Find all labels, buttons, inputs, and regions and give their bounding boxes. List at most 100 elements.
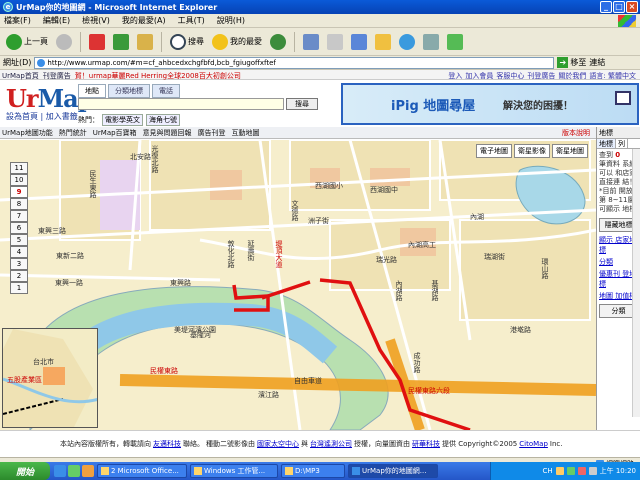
- media-quicklaunch-icon[interactable]: [82, 465, 94, 477]
- menu-edit[interactable]: 編輯(E): [43, 15, 70, 26]
- zoom-level-4[interactable]: 4: [10, 246, 28, 258]
- map-tool-interactive[interactable]: 互動地圖: [232, 128, 260, 138]
- links-label[interactable]: 連結: [589, 57, 605, 68]
- menu-favorites[interactable]: 我的最愛(A): [122, 15, 166, 26]
- volume-icon[interactable]: [588, 467, 597, 475]
- zoom-level-9[interactable]: 9: [10, 186, 28, 198]
- map-tool-feedback[interactable]: 意見與問題回報: [143, 128, 192, 138]
- forward-button[interactable]: [54, 31, 74, 53]
- map-search-button[interactable]: 搜尋: [286, 98, 318, 110]
- about-link[interactable]: 關於我們: [558, 71, 586, 81]
- login-link[interactable]: 登入: [448, 71, 462, 81]
- map-tool-stats[interactable]: 熱門統計: [59, 128, 87, 138]
- tab-category[interactable]: 分類地標: [108, 84, 150, 98]
- menu-help[interactable]: 說明(H): [217, 15, 245, 26]
- folder-button[interactable]: [373, 31, 393, 53]
- hot-tag-movie[interactable]: 海角七號: [146, 114, 180, 126]
- nav-news-link[interactable]: 賀！urmap華麗Red Herring全球2008百大初創公司: [75, 71, 241, 81]
- language-indicator[interactable]: CH: [542, 467, 552, 475]
- map-type-electronic[interactable]: 電子地圖: [476, 144, 512, 158]
- desktop-quicklaunch-icon[interactable]: [68, 465, 80, 477]
- map-type-hybrid[interactable]: 衛星地圖: [552, 144, 588, 158]
- menu-view[interactable]: 檢視(V): [82, 15, 110, 26]
- footer-link-citomap[interactable]: CitoMap: [519, 440, 548, 448]
- menu-file[interactable]: 檔案(F): [4, 15, 31, 26]
- antivirus-icon[interactable]: [577, 467, 586, 475]
- panel-tab-landmark[interactable]: 地標: [597, 139, 616, 148]
- mail-button[interactable]: [301, 31, 321, 53]
- stop-button[interactable]: [87, 31, 107, 53]
- zoom-level-3[interactable]: 3: [10, 258, 28, 270]
- start-button[interactable]: 開始: [0, 462, 50, 480]
- landmark-panel: 地標 地標 列 查到 0 筆資料 系統可以 和店家 直接連 結！ *目前 開放第…: [596, 127, 640, 430]
- zoom-level-2[interactable]: 2: [10, 270, 28, 282]
- task-urmap[interactable]: UrMap你的地圖網...: [348, 464, 438, 478]
- print-icon: [327, 33, 343, 50]
- network-icon[interactable]: [566, 467, 575, 475]
- language-link[interactable]: 語言: 繁體中文: [589, 71, 636, 81]
- support-link[interactable]: 客服中心: [496, 71, 524, 81]
- clock[interactable]: 上午 10:20: [600, 466, 636, 476]
- zoom-level-10[interactable]: 10: [10, 174, 28, 186]
- map-label-street: 港墘路: [510, 326, 531, 334]
- folder-icon: [375, 33, 391, 50]
- map-label-vertical: 延壽街: [247, 240, 255, 261]
- ime-icon[interactable]: [555, 467, 564, 475]
- panel-scrollbar[interactable]: [632, 149, 640, 417]
- task-task-manager[interactable]: Windows 工作管...: [190, 464, 278, 478]
- address-input[interactable]: http://www.urmap.com/#m=cf_ahbcedxchgfbf…: [34, 56, 555, 69]
- minimize-button[interactable]: _: [600, 1, 612, 13]
- house-icon: [615, 91, 631, 105]
- zoom-level-6[interactable]: 6: [10, 222, 28, 234]
- search-button[interactable]: 搜尋: [168, 31, 206, 53]
- overview-minimap[interactable]: 台北市 五股產業區: [2, 328, 98, 428]
- map-tool-functions[interactable]: UrMap地圖功能: [2, 128, 53, 138]
- edit-button[interactable]: [349, 31, 369, 53]
- map-label-street: 東興路: [170, 279, 191, 287]
- menu-tools[interactable]: 工具(T): [178, 15, 205, 26]
- footer-link-remote-sensing[interactable]: 台灣遙測公司: [310, 439, 352, 449]
- task-label: D:\MP3: [295, 467, 320, 475]
- nav-home-link[interactable]: UrMap首頁: [2, 71, 39, 81]
- favorites-button[interactable]: 我的最愛: [210, 31, 264, 53]
- messenger-button[interactable]: [397, 31, 417, 53]
- zoom-level-1[interactable]: 1: [10, 282, 28, 294]
- tab-place[interactable]: 地點: [78, 84, 106, 98]
- task-mp3-folder[interactable]: D:\MP3: [281, 464, 345, 478]
- advertise-link[interactable]: 刊登廣告: [527, 71, 555, 81]
- maximize-button[interactable]: □: [613, 1, 625, 13]
- map-type-satellite[interactable]: 衛星影像: [514, 144, 550, 158]
- window-title: UrMap你的地圖網 - Microsoft Internet Explorer: [16, 2, 218, 12]
- nav-ad-link[interactable]: 刊登廣告: [43, 71, 71, 81]
- print-button[interactable]: [325, 31, 345, 53]
- search-input[interactable]: [78, 98, 284, 110]
- go-button[interactable]: ➔ 移至: [557, 57, 586, 68]
- home-button[interactable]: [135, 31, 155, 53]
- history-button[interactable]: [268, 31, 288, 53]
- footer-link-nspo[interactable]: 國家太空中心: [257, 439, 299, 449]
- zoom-level-7[interactable]: 7: [10, 210, 28, 222]
- footer-link-vector[interactable]: 研華科技: [412, 439, 440, 449]
- refresh-button[interactable]: [111, 31, 131, 53]
- footer-link-company[interactable]: 友邁科技: [153, 439, 181, 449]
- task-office[interactable]: 2 Microsoft Office...: [97, 464, 187, 478]
- zoom-level-5[interactable]: 5: [10, 234, 28, 246]
- tools-button[interactable]: [445, 31, 465, 53]
- home-icon: [137, 33, 153, 50]
- zoom-level-11[interactable]: 11: [10, 162, 28, 174]
- zoom-level-8[interactable]: 8: [10, 198, 28, 210]
- hot-tag-english[interactable]: 電影學英文: [102, 114, 143, 126]
- register-link[interactable]: 加入會員: [465, 71, 493, 81]
- ipig-banner-ad[interactable]: iPig 地圖尋屋 解決您的困擾！: [341, 83, 639, 125]
- panel-tab-list[interactable]: 列: [616, 139, 628, 148]
- close-button[interactable]: ×: [626, 1, 638, 13]
- research-button[interactable]: [421, 31, 441, 53]
- map-tool-toolbox[interactable]: UrMap百寶箱: [93, 128, 137, 138]
- map-tool-ads[interactable]: 廣告刊登: [198, 128, 226, 138]
- tab-phone[interactable]: 電話: [152, 84, 180, 98]
- back-button[interactable]: 上一頁: [4, 31, 50, 53]
- go-label: 移至: [570, 58, 587, 67]
- ie-quicklaunch-icon[interactable]: [54, 465, 66, 477]
- logo-subtext[interactable]: 設為首頁 | 加入書籤: [6, 111, 78, 122]
- version-notes-link[interactable]: 版本說明: [562, 128, 590, 138]
